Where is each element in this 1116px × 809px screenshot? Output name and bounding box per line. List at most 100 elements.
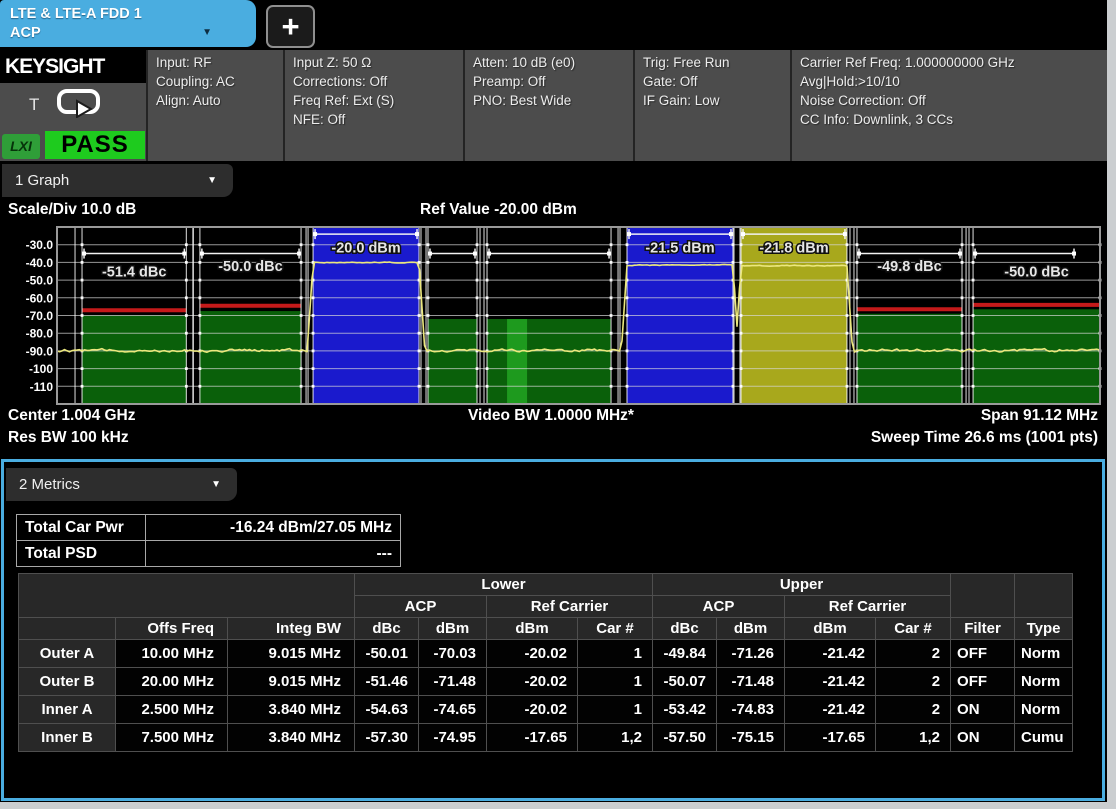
metrics-window-selector-label: 2 Metrics <box>19 476 80 493</box>
boundary-dot <box>198 243 201 246</box>
boundary-dot <box>740 385 743 388</box>
acp-cell: -20.02 <box>487 696 578 724</box>
header-settings-column-5[interactable]: Carrier Ref Freq: 1.000000000 GHzAvg|Hol… <box>790 50 1107 161</box>
y-axis-tick-label: -90.0 <box>26 344 54 358</box>
header-settings-column-2[interactable]: Input Z: 50 ΩCorrections: OffFreq Ref: E… <box>283 50 463 161</box>
boundary-dot <box>610 296 613 299</box>
upper-outer-b-offset <box>973 309 1100 404</box>
boundary-dot <box>300 314 303 317</box>
continuous-sweep-icon[interactable] <box>56 88 102 123</box>
boundary-dot <box>312 314 315 317</box>
acp-cell: 1 <box>578 640 653 668</box>
boundary-dot <box>185 261 188 264</box>
inner-mid-offset-bright <box>507 319 527 404</box>
table-row[interactable]: Outer A10.00 MHz9.015 MHz-50.01-70.03-20… <box>19 640 1073 668</box>
acp-spectrum-chart: -51.4 dBc-50.0 dBc-20.0 dBm-21.5 dBm-21.… <box>0 224 1107 407</box>
boundary-dot <box>427 385 430 388</box>
boundary-dot <box>610 261 613 264</box>
boundary-dot <box>846 367 849 370</box>
carrier-3-selected-label: -21.8 dBm <box>759 240 828 256</box>
setting-line: Input Z: 50 Ω <box>293 53 455 72</box>
keysight-logo: KEYSIGHT <box>0 50 146 83</box>
header-ref-carrier: Ref Carrier <box>487 596 653 618</box>
graph-window-selector[interactable]: 1 Graph ▼ <box>2 164 233 197</box>
header-settings-column-1[interactable]: Input: RFCoupling: ACAlign: Auto <box>146 50 283 161</box>
boundary-dot <box>476 332 479 335</box>
boundary-dot <box>856 243 859 246</box>
boundary-dot <box>626 261 629 264</box>
acp-cell: -74.95 <box>419 724 487 752</box>
boundary-dot <box>427 243 430 246</box>
setting-line: Preamp: Off <box>473 72 625 91</box>
setting-line: Align: Auto <box>156 91 275 110</box>
video-bw-readout[interactable]: Video BW 1.0000 MHz* <box>468 407 634 425</box>
acp-cell: -17.65 <box>487 724 578 752</box>
acp-cell: 2 <box>876 668 951 696</box>
boundary-dot <box>972 314 975 317</box>
acp-cell: -71.26 <box>717 640 785 668</box>
boundary-dot <box>81 296 84 299</box>
boundary-dot <box>81 314 84 317</box>
sweep-time-readout[interactable]: Sweep Time 26.6 ms (1001 pts) <box>871 429 1098 447</box>
setting-line: CC Info: Downlink, 3 CCs <box>800 110 1099 129</box>
header-lower: Lower <box>355 574 653 596</box>
y-axis-tick-label: -30.0 <box>26 238 54 252</box>
ruler-end-dot <box>729 232 733 236</box>
setting-line: Corrections: Off <box>293 72 455 91</box>
header-blank <box>1015 574 1073 618</box>
ruler-end-dot <box>1072 252 1076 256</box>
boundary-dot <box>185 296 188 299</box>
res-bw-readout[interactable]: Res BW 100 kHz <box>8 429 129 447</box>
acp-cell: -74.83 <box>717 696 785 724</box>
boundary-dot <box>626 332 629 335</box>
boundary-dot <box>610 385 613 388</box>
measurement-tab[interactable]: LTE & LTE-A FDD 1 ACP ▼ <box>0 0 256 47</box>
acp-cell: Outer A <box>19 640 116 668</box>
boundary-dot <box>312 385 315 388</box>
y-axis-tick-label: -100 <box>29 362 53 376</box>
ruler-end-dot <box>182 252 186 256</box>
boundary-dot <box>476 243 479 246</box>
boundary-dot <box>486 332 489 335</box>
totals-table: Total Car Pwr -16.24 dBm/27.05 MHz Total… <box>16 514 401 567</box>
table-row[interactable]: Inner A2.500 MHz3.840 MHz-54.63-74.65-20… <box>19 696 1073 724</box>
span-readout[interactable]: Span 91.12 MHz <box>981 407 1098 425</box>
metrics-window-selector[interactable]: 2 Metrics ▼ <box>6 468 237 501</box>
boundary-dot <box>626 385 629 388</box>
boundary-dot <box>81 332 84 335</box>
acp-cell: Norm <box>1015 668 1073 696</box>
boundary-dot <box>740 314 743 317</box>
scale-div-readout[interactable]: Scale/Div 10.0 dB <box>8 201 136 219</box>
header-settings-column-3[interactable]: Atten: 10 dB (e0)Preamp: OffPNO: Best Wi… <box>463 50 633 161</box>
acp-cell: 2.500 MHz <box>116 696 228 724</box>
boundary-dot <box>961 296 964 299</box>
ruler-end-dot <box>843 232 847 236</box>
column-header: Car # <box>876 618 951 640</box>
boundary-dot <box>856 332 859 335</box>
carrier-2-label: -21.5 dBm <box>645 240 714 256</box>
acp-cell: 1 <box>578 668 653 696</box>
boundary-dot <box>856 296 859 299</box>
setting-line: Noise Correction: Off <box>800 91 1099 110</box>
boundary-dot <box>427 314 430 317</box>
header-settings-column-4[interactable]: Trig: Free RunGate: OffIF Gain: Low <box>633 50 790 161</box>
boundary-dot <box>198 279 201 282</box>
carrier-1-label: -20.0 dBm <box>331 240 400 256</box>
table-row[interactable]: Outer B20.00 MHz9.015 MHz-51.46-71.48-20… <box>19 668 1073 696</box>
ref-value-readout[interactable]: Ref Value -20.00 dBm <box>420 201 577 219</box>
add-tab-button[interactable]: + <box>266 5 315 48</box>
acp-cell: Inner A <box>19 696 116 724</box>
center-freq-readout[interactable]: Center 1.004 GHz <box>8 407 136 425</box>
boundary-dot <box>427 279 430 282</box>
boundary-dot <box>856 367 859 370</box>
boundary-dot <box>856 314 859 317</box>
acp-cell: -17.65 <box>785 724 876 752</box>
ruler-end-dot <box>487 252 491 256</box>
acp-cell: -71.48 <box>717 668 785 696</box>
boundary-dot <box>972 367 975 370</box>
boundary-dot <box>81 279 84 282</box>
upper-outer-b-offset-label: -50.0 dBc <box>1004 264 1068 280</box>
boundary-dot <box>856 261 859 264</box>
table-row[interactable]: Inner B7.500 MHz3.840 MHz-57.30-74.95-17… <box>19 724 1073 752</box>
acp-cell: -54.63 <box>355 696 419 724</box>
